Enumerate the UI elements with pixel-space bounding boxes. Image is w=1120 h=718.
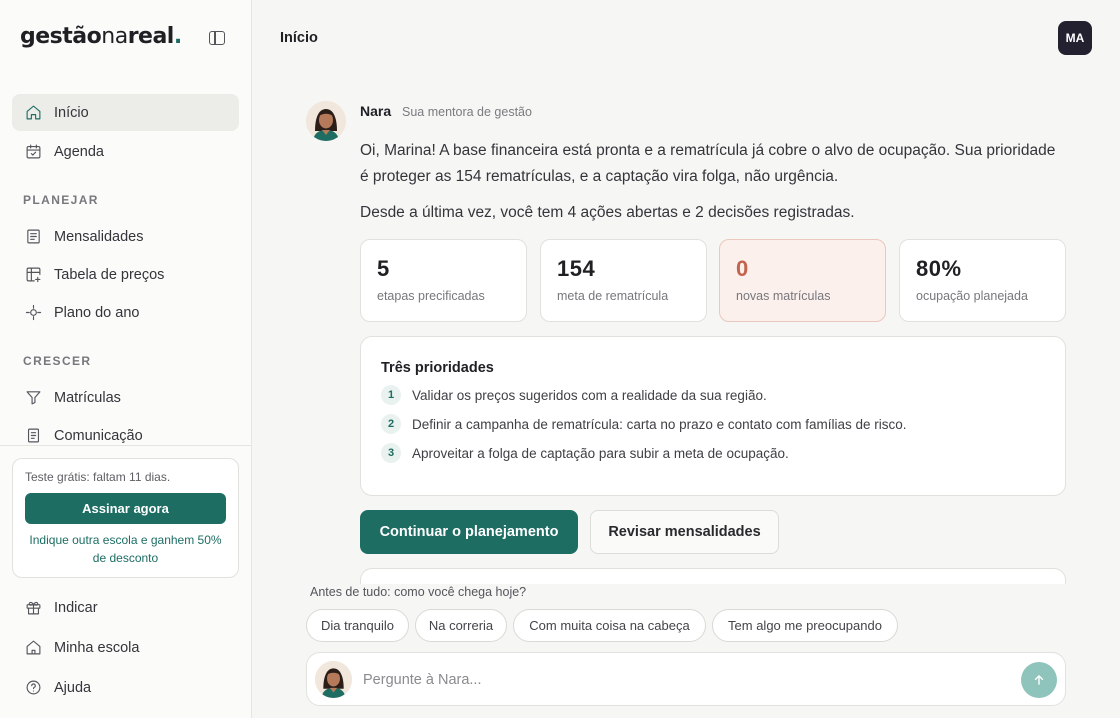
priority-item: 2 Definir a campanha de rematrícula: car…: [381, 414, 1045, 434]
stat-card: 154 meta de rematrícula: [540, 239, 707, 322]
table-edit-icon: [24, 266, 42, 284]
priority-number: 3: [381, 443, 401, 463]
subscribe-button[interactable]: Assinar agora: [25, 493, 226, 524]
sidebar-item-label: Mensalidades: [54, 228, 144, 245]
trial-status-text: Teste grátis: faltam 11 dias.: [25, 470, 171, 484]
sidebar-item-agenda[interactable]: Agenda: [12, 133, 239, 170]
stat-label: ocupação planejada: [916, 289, 1028, 303]
stat-value: 5: [377, 256, 390, 281]
stat-label: meta de rematrícula: [557, 289, 669, 303]
stat-label: novas matrículas: [736, 289, 831, 303]
sidebar-item-label: Agenda: [54, 143, 104, 160]
arrow-up-icon: [1034, 675, 1044, 685]
mentor-message-summary: Desde a última vez, você tem 4 ações abe…: [360, 204, 855, 221]
sidebar-item-minha-escola[interactable]: Minha escola: [12, 629, 239, 666]
stat-card-warning: 0 novas matrículas: [719, 239, 886, 322]
stat-value: 0: [736, 256, 749, 281]
sidebar-item-tabela-precos[interactable]: Tabela de preços: [12, 256, 239, 293]
sidebar-item-label: Início: [54, 104, 89, 121]
receipt-icon: [24, 228, 42, 246]
sidebar-item-plano-ano[interactable]: Plano do ano: [12, 294, 239, 331]
mood-chip-tranquilo[interactable]: Dia tranquilo: [306, 609, 409, 642]
send-button[interactable]: [1021, 662, 1057, 698]
priority-item: 1 Validar os preços sugeridos com a real…: [381, 385, 1045, 405]
mentor-name: Nara: [360, 103, 392, 119]
sidebar-item-mensalidades[interactable]: Mensalidades: [12, 218, 239, 255]
sidebar-item-indicar[interactable]: Indicar: [12, 589, 239, 626]
sidebar-toggle-icon[interactable]: [209, 31, 225, 45]
mentor-avatar: [306, 101, 346, 141]
mood-question: Antes de tudo: como você chega hoje?: [310, 585, 527, 599]
stat-card: 80% ocupação planejada: [899, 239, 1066, 322]
stat-value: 80%: [916, 256, 962, 281]
stat-value: 154: [557, 256, 596, 281]
sidebar-item-matriculas[interactable]: Matrículas: [12, 379, 239, 416]
sidebar-item-label: Matrículas: [54, 389, 121, 406]
continue-planning-button[interactable]: Continuar o planejamento: [360, 510, 578, 554]
referral-link[interactable]: Indique outra escola e ganhem 50% de des…: [25, 531, 226, 567]
sidebar-item-label: Minha escola: [54, 639, 140, 656]
ask-input[interactable]: [363, 668, 1003, 692]
calendar-icon: [24, 143, 42, 161]
mentor-role: Sua mentora de gestão: [402, 105, 532, 119]
stat-label: etapas precificadas: [377, 289, 485, 303]
user-avatar[interactable]: MA: [1058, 21, 1092, 55]
priority-text: Validar os preços sugeridos com a realid…: [412, 387, 767, 403]
brand-logo[interactable]: gestãonareal.: [20, 24, 182, 49]
home-icon: [24, 104, 42, 122]
priority-text: Aproveitar a folga de captação para subi…: [412, 445, 789, 461]
brand-dot: .: [173, 24, 182, 49]
mentor-avatar-small: [315, 661, 352, 698]
ask-bar: [306, 652, 1066, 706]
priorities-title: Três prioridades: [381, 360, 494, 376]
target-icon: [24, 304, 42, 322]
sidebar-item-ajuda[interactable]: Ajuda: [12, 669, 239, 706]
review-fees-button[interactable]: Revisar mensalidades: [590, 510, 779, 554]
school-icon: [24, 639, 42, 657]
help-icon: [24, 679, 42, 697]
brand-part1: gestão: [20, 24, 102, 49]
sidebar-divider: [0, 445, 251, 446]
sidebar-item-label: Comunicação: [54, 427, 143, 444]
section-label-crescer: CRESCER: [23, 354, 92, 368]
document-icon: [24, 427, 42, 445]
sidebar-item-comunicacao[interactable]: Comunicação: [12, 417, 239, 454]
page-title: Início: [280, 30, 318, 46]
trial-card: Teste grátis: faltam 11 dias. Assinar ag…: [12, 458, 239, 578]
brand-part3: real: [127, 24, 175, 49]
mentor-message: Oi, Marina! A base financeira está pront…: [360, 142, 1056, 185]
gift-icon: [24, 599, 42, 617]
priority-text: Definir a campanha de rematrícula: carta…: [412, 416, 907, 432]
sidebar: gestãonareal. Início Agenda PLANEJAR Men…: [0, 0, 252, 718]
priority-item: 3 Aproveitar a folga de captação para su…: [381, 443, 1045, 463]
priority-number: 1: [381, 385, 401, 405]
sidebar-item-label: Ajuda: [54, 679, 92, 696]
mood-chip-preocupando[interactable]: Tem algo me preocupando: [712, 609, 898, 642]
priorities-card: Três prioridades 1 Validar os preços sug…: [360, 336, 1066, 496]
mood-chip-muita-coisa[interactable]: Com muita coisa na cabeça: [513, 609, 706, 642]
sidebar-item-inicio[interactable]: Início: [12, 94, 239, 131]
stat-card: 5 etapas precificadas: [360, 239, 527, 322]
section-label-planejar: PLANEJAR: [23, 193, 99, 207]
priority-number: 2: [381, 414, 401, 434]
sidebar-item-label: Tabela de preços: [54, 266, 165, 283]
mood-chip-correria[interactable]: Na correria: [415, 609, 507, 642]
sidebar-item-label: Plano do ano: [54, 304, 140, 321]
brand-part2: na: [101, 24, 128, 49]
sidebar-item-label: Indicar: [54, 599, 98, 616]
filter-icon: [24, 389, 42, 407]
